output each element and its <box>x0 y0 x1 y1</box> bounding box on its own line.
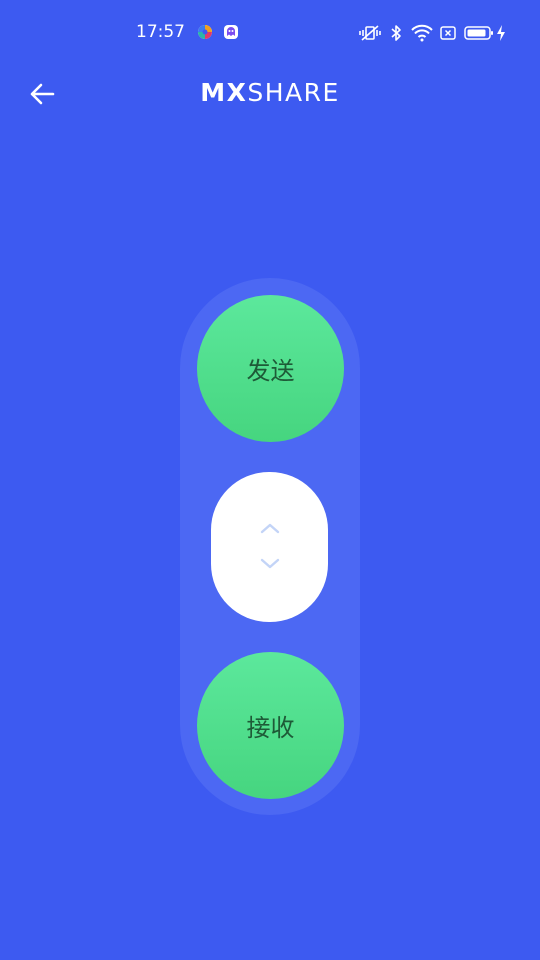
no-sim-icon <box>440 26 456 40</box>
chevron-down-icon <box>260 558 280 569</box>
receive-button-label: 接收 <box>246 714 295 742</box>
mode-toggle-knob[interactable] <box>211 472 328 622</box>
receive-button[interactable]: 接收 <box>197 652 344 799</box>
chevron-up-icon <box>260 523 280 534</box>
ghost-app-icon <box>224 25 238 39</box>
app-notification-icon <box>198 25 212 39</box>
app-bar: MXSHARE <box>0 64 540 124</box>
bluetooth-icon <box>391 25 401 41</box>
app-title-light: SHARE <box>247 78 340 107</box>
status-time: 17:57 <box>136 22 185 42</box>
send-button-label: 发送 <box>246 357 295 385</box>
vibrate-icon <box>359 25 381 41</box>
charging-icon <box>497 25 505 41</box>
battery-icon <box>464 26 493 40</box>
send-button[interactable]: 发送 <box>197 295 344 442</box>
app-title: MXSHARE <box>0 78 540 107</box>
status-bar: 17:57 <box>0 0 540 64</box>
app-title-bold: MX <box>200 78 248 107</box>
wifi-icon <box>411 24 433 42</box>
